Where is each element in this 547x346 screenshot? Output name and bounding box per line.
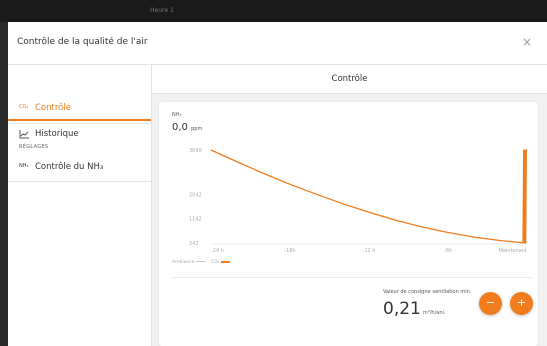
x-tick-label: -6h xyxy=(444,248,452,254)
legend-label: CO₂ xyxy=(210,260,220,265)
increase-button[interactable]: + xyxy=(510,292,533,315)
app-top-bar: Heure 1 xyxy=(0,0,547,22)
setpoint-unit: m³/h/ani. xyxy=(422,310,446,316)
sidebar-item-label: Historique xyxy=(35,129,79,139)
section-label: RÉGLAGES xyxy=(19,144,49,150)
legend-swatch xyxy=(221,260,231,263)
chart-icon xyxy=(19,130,30,141)
x-tick-label: Maintenant xyxy=(499,248,527,254)
sidebar-item-label: Contrôle du NH₃ xyxy=(35,162,104,172)
sidebar-item-historique[interactable]: Historique xyxy=(8,125,151,145)
main-content: Contrôle NH₃ 0,0 ppm 3690 2042 1142 242 -24 … xyxy=(152,65,547,346)
air-quality-dialog: Contrôle de la qualité de l'air × CO₂ Co… xyxy=(8,22,547,346)
dialog-header: Contrôle de la qualité de l'air × xyxy=(8,22,547,65)
y-tick-label: 1142 xyxy=(189,217,202,223)
y-tick-label: 242 xyxy=(189,241,199,247)
chart-legend: Ambiance CO₂ xyxy=(172,260,234,265)
x-tick-label: -18h xyxy=(284,248,295,254)
setpoint-value: 0,21 m³/h/ani. xyxy=(383,299,445,319)
x-tick-label: -24 h xyxy=(211,248,224,254)
content-header: Contrôle xyxy=(152,65,547,94)
y-tick-label: 2042 xyxy=(189,192,202,198)
decrease-button[interactable]: − xyxy=(479,292,502,315)
setpoint-label: Valeur de consigne ventilation min. xyxy=(383,289,472,295)
divider xyxy=(8,123,151,124)
close-button[interactable]: × xyxy=(522,35,532,49)
nh3-icon: NH₃ xyxy=(19,163,29,169)
co2-chart: 3690 2042 1142 242 -24 h -18h -12 h -6h Maintena… xyxy=(189,148,527,254)
sidebar-item-controle[interactable]: CO₂ Contrôle xyxy=(8,99,151,121)
dialog-title: Contrôle de la qualité de l'air xyxy=(17,37,148,47)
plus-icon: + xyxy=(516,296,527,309)
setpoint-number: 0,21 xyxy=(383,299,421,319)
x-tick-label: -12 h xyxy=(363,248,376,254)
series-line-co2 xyxy=(210,149,527,244)
sidebar-item-label: Contrôle xyxy=(35,103,71,113)
monitoring-card: NH₃ 0,0 ppm 3690 2042 1142 242 -24 h -18h -12 … xyxy=(159,102,538,346)
co2-icon: CO₂ xyxy=(19,104,29,110)
divider xyxy=(172,277,532,278)
legend-label: Ambiance xyxy=(172,260,195,265)
legend-swatch xyxy=(196,261,206,262)
sidebar: CO₂ Contrôle Historique RÉGLAGES NH₃ Con… xyxy=(8,65,152,346)
y-tick-label: 3690 xyxy=(189,148,202,154)
divider xyxy=(8,181,151,182)
window-title: Heure 1 xyxy=(150,7,174,14)
minus-icon: − xyxy=(485,296,496,309)
sidebar-item-nh3[interactable]: NH₃ Contrôle du NH₃ xyxy=(8,158,151,178)
page-title: Contrôle xyxy=(331,74,368,84)
